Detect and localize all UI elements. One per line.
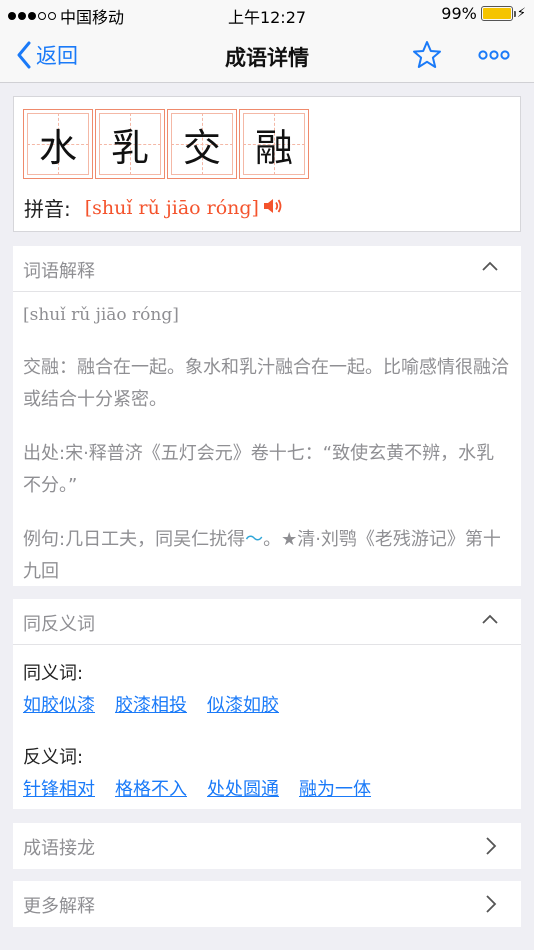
back-button[interactable]: 返回	[16, 40, 78, 70]
idiom-header-card: 水 乳 交 融 拼音: [shuǐ rǔ jiāo róng]	[13, 96, 521, 232]
idiom-characters: 水 乳 交 融	[23, 109, 309, 179]
pinyin-value: [shuǐ rǔ jiāo róng]	[84, 196, 259, 219]
explanation-meaning: 交融：融合在一起。象水和乳汁融合在一起。比喻感情很融洽或结合十分紧密。	[23, 357, 509, 410]
synonym-link[interactable]: 似漆如胶	[207, 691, 279, 717]
navigation-bar: 返回 成语详情	[0, 28, 534, 83]
character-grid-box: 水	[23, 109, 93, 179]
more-button[interactable]	[478, 40, 510, 74]
antonyms-list: 针锋相对 格格不入 处处圆通 融为一体	[23, 775, 521, 801]
example-prefix: 例句:几日工夫，同吴仁扰得	[23, 529, 246, 550]
chevron-up-icon	[482, 261, 498, 271]
idiom-chain-row[interactable]: 成语接龙	[13, 823, 521, 869]
favorite-button[interactable]	[412, 40, 442, 74]
antonym-link[interactable]: 针锋相对	[23, 775, 95, 801]
idiom-character: 乳	[110, 125, 149, 170]
explanation-section-header[interactable]: 词语解释	[13, 246, 521, 292]
row-title: 成语接龙	[23, 838, 95, 859]
explanation-body: [shuǐ rǔ jiāo róng] 交融：融合在一起。象水和乳汁融合在一起。…	[13, 292, 521, 588]
antonym-link[interactable]: 格格不入	[115, 775, 187, 801]
page-title: 成语详情	[225, 46, 309, 70]
idiom-character: 交	[182, 125, 221, 170]
more-dots-icon	[478, 50, 510, 60]
battery-icon	[480, 6, 516, 21]
speaker-icon	[263, 198, 282, 213]
idiom-chain-link[interactable]: 成语接龙	[13, 823, 521, 869]
explanation-source: 出处:宋·释普济《五灯会元》卷十七：“致使玄黄不辨，水乳不分。”	[23, 443, 495, 496]
section-title: 同反义词	[23, 614, 95, 635]
star-icon	[413, 41, 441, 68]
explanation-example: 例句:几日工夫，同吴仁扰得～。★清·刘鹗《老残游记》第十九回	[23, 524, 511, 588]
pinyin-row: 拼音: [shuǐ rǔ jiāo róng]	[24, 193, 283, 222]
row-title: 更多解释	[23, 896, 95, 917]
synonyms-section: 同反义词 同义词: 如胶似漆 胶漆相投 似漆如胶 反义词: 针锋相对 格格不入 …	[13, 599, 521, 809]
antonym-link[interactable]: 融为一体	[299, 775, 371, 801]
idiom-character: 水	[38, 125, 77, 170]
chevron-left-icon	[17, 41, 31, 69]
battery-percent: 99%	[441, 4, 477, 23]
synonyms-label: 同义词:	[23, 663, 84, 684]
more-explanation-link[interactable]: 更多解释	[13, 881, 521, 927]
antonyms-label: 反义词:	[23, 747, 84, 768]
synonyms-section-header[interactable]: 同反义词	[13, 599, 521, 645]
explanation-pinyin: [shuǐ rǔ jiāo róng]	[23, 305, 179, 325]
chevron-right-icon	[486, 837, 497, 855]
pinyin-label: 拼音:	[24, 197, 71, 221]
section-title: 词语解释	[23, 261, 95, 282]
chevron-right-icon	[486, 895, 497, 913]
play-pronunciation-button[interactable]	[263, 196, 283, 220]
charging-icon: ⚡	[516, 6, 526, 21]
back-label: 返回	[36, 44, 78, 68]
antonym-link[interactable]: 处处圆通	[207, 775, 279, 801]
synonyms-list: 如胶似漆 胶漆相投 似漆如胶	[23, 691, 521, 717]
character-grid-box: 交	[167, 109, 237, 179]
explanation-section: 词语解释 [shuǐ rǔ jiāo róng] 交融：融合在一起。象水和乳汁融…	[13, 246, 521, 586]
example-placeholder: ～	[245, 529, 264, 550]
character-grid-box: 融	[239, 109, 309, 179]
character-grid-box: 乳	[95, 109, 165, 179]
more-explanation-row[interactable]: 更多解释	[13, 881, 521, 927]
chevron-up-icon	[482, 614, 498, 624]
status-bar: 中国移动 上午12:27 99% ⚡	[0, 0, 534, 28]
synonym-link[interactable]: 如胶似漆	[23, 691, 95, 717]
battery-status: 99% ⚡	[441, 4, 526, 23]
synonym-link[interactable]: 胶漆相投	[115, 691, 187, 717]
idiom-character: 融	[254, 125, 293, 170]
